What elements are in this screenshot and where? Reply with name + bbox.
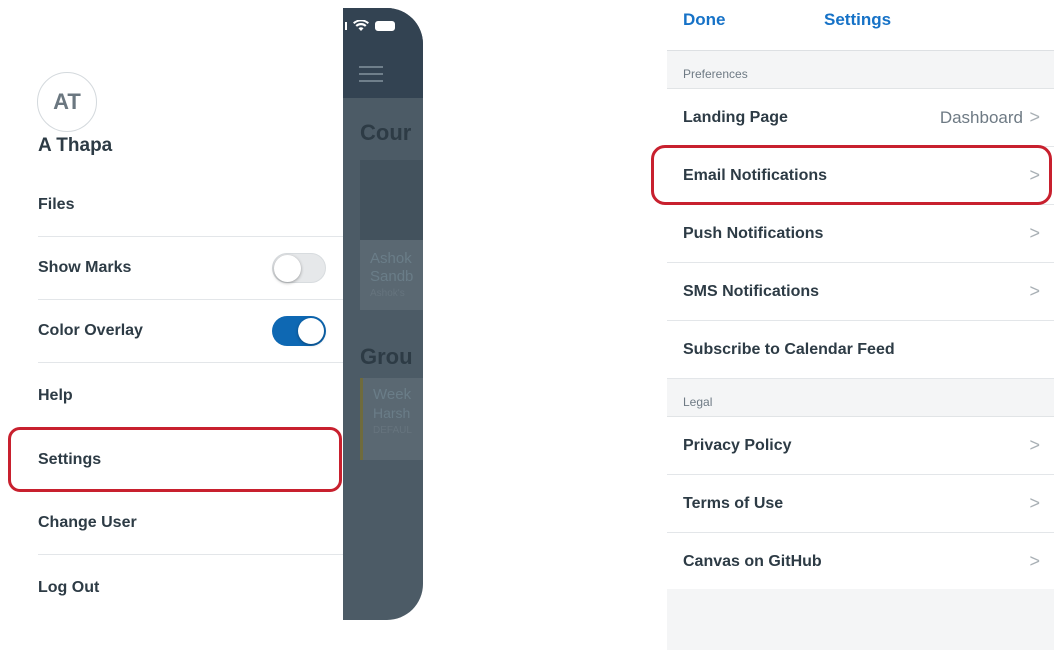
course-title: Ashok (370, 250, 412, 267)
drawer-item-color-overlay: Color Overlay (38, 300, 344, 363)
done-button[interactable]: Done (683, 10, 726, 30)
color-overlay-toggle[interactable] (272, 316, 326, 346)
settings-row-calendar-feed[interactable]: Subscribe to Calendar Feed (667, 321, 1054, 379)
settings-row-privacy-policy[interactable]: Privacy Policy > (667, 417, 1054, 475)
row-label: Privacy Policy (683, 436, 792, 454)
courses-heading: Cour (360, 120, 412, 145)
side-drawer: AT A Thapa Files Show Marks Color Overla… (0, 0, 344, 650)
dashboard-overlay[interactable]: Cour Ashok Sandb Ashok's Grou Week Harsh… (343, 8, 423, 620)
row-label: SMS Notifications (683, 282, 820, 300)
settings-row-canvas-github[interactable]: Canvas on GitHub > (667, 533, 1054, 591)
groups-heading: Grou (360, 344, 413, 369)
status-bar (345, 20, 395, 32)
chevron-right-icon: > (1029, 550, 1040, 571)
user-name: A Thapa (38, 135, 113, 156)
drawer-item-label: Help (38, 386, 73, 404)
group-title: Week (373, 386, 412, 403)
row-label: Landing Page (683, 108, 788, 126)
group-owner: Harsh (373, 405, 411, 421)
battery-icon (375, 21, 395, 31)
row-label: Terms of Use (683, 494, 784, 512)
email-notifications-highlight-box (651, 145, 1052, 205)
drawer-item-label: Log Out (38, 578, 100, 596)
drawer-item-label: Files (38, 196, 75, 213)
group-tag: DEFAUL (373, 425, 412, 436)
dashboard-nav-bar (343, 8, 423, 98)
drawer-item-help[interactable]: Help (38, 364, 344, 427)
chevron-right-icon: > (1029, 106, 1040, 127)
drawer-item-files[interactable]: Files (38, 174, 344, 237)
signal-icon (345, 22, 347, 30)
course-card-image (360, 160, 423, 240)
avatar[interactable]: AT (37, 72, 97, 132)
drawer-item-label: Color Overlay (38, 322, 143, 339)
settings-highlight-box (8, 427, 342, 492)
landing-page-value: Dashboard (939, 107, 1023, 127)
section-header-preferences: Preferences (667, 51, 1054, 89)
row-label: Canvas on GitHub (683, 552, 822, 570)
chevron-right-icon: > (1029, 492, 1040, 513)
show-marks-toggle[interactable] (272, 253, 326, 283)
chevron-right-icon: > (1029, 222, 1040, 243)
section-header-legal: Legal (667, 379, 1054, 417)
drawer-item-change-user[interactable]: Change User (38, 492, 344, 555)
toggle-knob (274, 255, 301, 282)
settings-row-terms-of-use[interactable]: Terms of Use > (667, 475, 1054, 533)
settings-row-landing-page[interactable]: Landing Page Dashboard > (667, 89, 1054, 147)
settings-row-push-notifications[interactable]: Push Notifications > (667, 205, 1054, 263)
drawer-item-log-out[interactable]: Log Out (38, 556, 344, 619)
drawer-item-label: Show Marks (38, 259, 132, 276)
page-title: Settings (824, 10, 892, 29)
course-card[interactable]: Ashok Sandb Ashok's (360, 160, 423, 310)
course-title: Sandb (370, 268, 414, 285)
settings-footer-area (667, 589, 1054, 650)
group-card[interactable]: Week Harsh DEFAUL (360, 378, 423, 460)
row-label: Subscribe to Calendar Feed (683, 340, 895, 358)
drawer-item-show-marks: Show Marks (38, 237, 344, 300)
settings-nav-bar: Done Settings (667, 0, 1054, 51)
settings-row-sms-notifications[interactable]: SMS Notifications > (667, 263, 1054, 321)
toggle-knob (298, 318, 324, 344)
chevron-right-icon: > (1029, 280, 1040, 301)
course-subtitle: Ashok's (370, 288, 405, 299)
row-label: Push Notifications (683, 224, 824, 242)
hamburger-icon[interactable] (359, 66, 383, 87)
wifi-icon (353, 20, 369, 31)
drawer-item-label: Change User (38, 514, 137, 531)
settings-screen: Done Settings Preferences Landing Page D… (667, 0, 1054, 650)
chevron-right-icon: > (1029, 434, 1040, 455)
